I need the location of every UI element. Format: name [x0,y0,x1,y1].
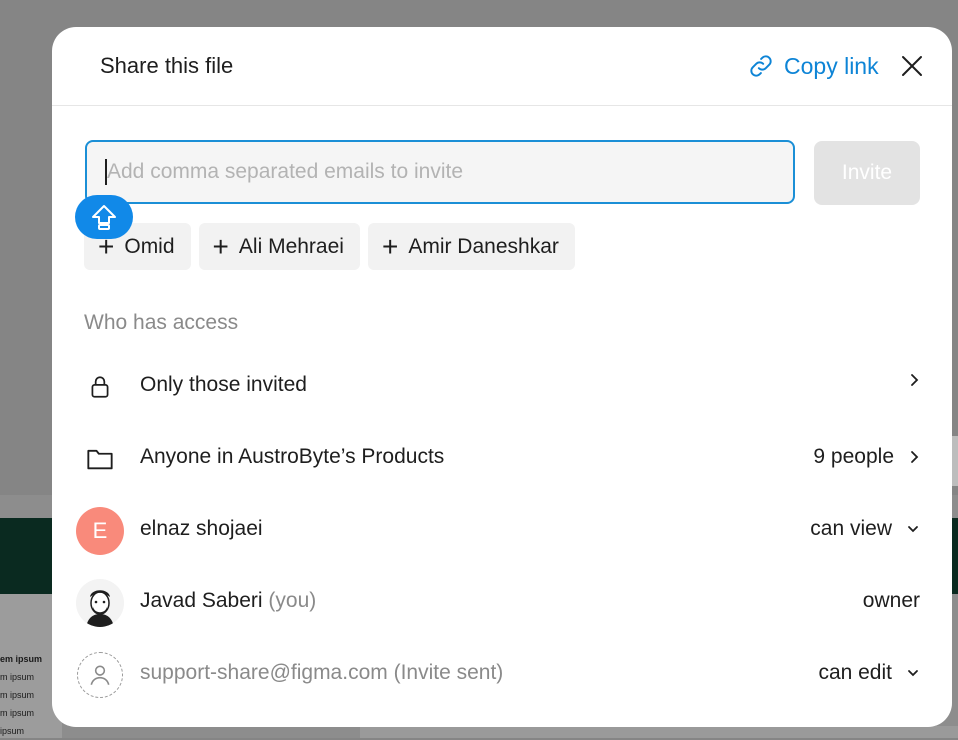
background-toolbar [360,726,958,738]
lock-icon [76,363,124,411]
background-text: em ipsum m ipsum m ipsum m ipsum ipsum [0,650,42,740]
suggestion-name: Amir Daneshkar [408,234,559,258]
chevron-down-icon [906,667,920,679]
access-row-right: 9 people [813,445,920,469]
access-row-right [894,373,920,387]
access-label: Only those invited [140,373,307,396]
copy-link-label: Copy link [784,52,879,79]
background-line: m ipsum [0,690,35,700]
role-label: can edit [818,661,892,684]
pending-user-icon [77,652,123,698]
background-line: ipsum [0,726,25,736]
email-invite-input[interactable]: Add comma separated emails to invite [85,140,795,204]
share-dialog: Share this file Copy link Add comma sepa… [52,27,952,727]
member-name: elnaz shojaei [140,517,263,540]
people-count: 9 people [813,445,894,468]
plus-icon: + [212,230,229,262]
role-label: owner [862,589,920,612]
suggestion-chip[interactable]: + Ali Mehraei [198,223,360,270]
shift-key-icon [75,195,133,239]
role-label: can view [810,517,892,540]
member-row: E elnaz shojaei can view [52,495,952,567]
member-row: support-share@figma.com (Invite sent) ca… [52,639,952,711]
access-row-organization[interactable]: Anyone in AustroByte’s Products 9 people [52,423,952,495]
avatar: E [76,507,124,555]
access-row-only-invited[interactable]: Only those invited [52,351,952,423]
background-line: m ipsum [0,708,35,718]
avatar [76,579,124,627]
chevron-down-icon [906,523,920,535]
suggestion-chip[interactable]: + Amir Daneshkar [367,223,575,270]
dialog-header: Share this file Copy link [52,27,952,106]
copy-link-button[interactable]: Copy link [748,49,879,83]
avatar [76,651,124,699]
role-dropdown[interactable]: can view [810,517,920,541]
background-line: em ipsum [0,654,43,664]
member-name: Javad Saberi [140,589,263,612]
chevron-right-icon [908,450,920,464]
suggestion-name: Omid [124,234,175,258]
member-name: support-share@figma.com (Invite sent) [140,661,504,684]
plus-icon: + [381,230,399,262]
suggestion-chips: + Omid + Ali Mehraei + Amir Daneshkar [84,223,575,270]
access-label: Anyone in AustroByte’s Products [140,445,445,468]
dialog-title: Share this file [100,53,234,78]
user-photo-icon [76,579,124,627]
close-icon[interactable] [898,52,926,80]
background-line: m ipsum [0,672,35,682]
link-icon [750,55,772,77]
invite-button[interactable]: Invite [814,141,920,205]
member-name-wrapper: Javad Saberi (you) [140,589,316,613]
who-has-access-heading: Who has access [84,311,239,334]
chevron-right-icon [908,373,920,387]
role-static: owner [863,589,920,613]
role-dropdown[interactable]: can edit [818,661,920,685]
email-input-placeholder: Add comma separated emails to invite [107,160,464,183]
folder-icon [76,435,124,483]
suggestion-name: Ali Mehraei [238,234,344,258]
avatar-letter: E [76,507,124,555]
member-row: Javad Saberi (you) owner [52,567,952,639]
member-you-tag: (you) [268,589,317,612]
